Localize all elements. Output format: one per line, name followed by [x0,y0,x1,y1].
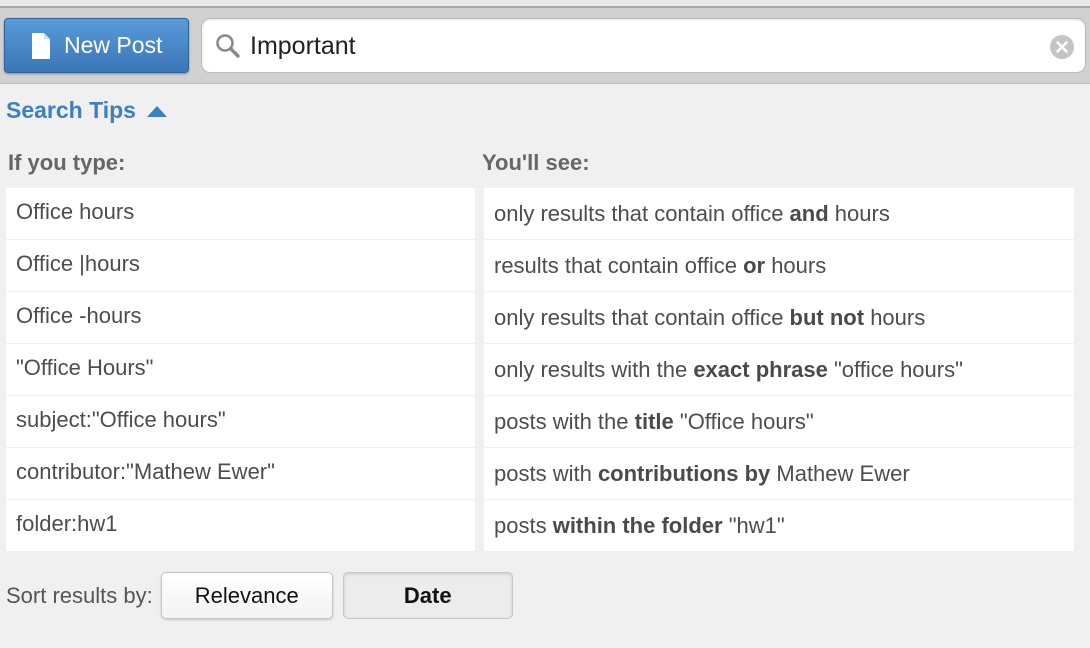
tip-result-text: hours [864,305,926,330]
toolbar: New Post [0,8,1090,84]
tip-result-keyword: exact phrase [693,357,828,382]
tip-result-description: posts with the title "Office hours" [484,396,1074,447]
tip-result-description: only results that contain office but not… [484,292,1074,343]
tip-input-example: folder:hw1 [6,500,475,551]
document-icon [32,32,50,59]
sort-controls: Sort results by: Relevance Date [6,572,513,619]
search-tips-label: Search Tips [6,97,136,123]
tip-result-keyword: title [634,409,674,434]
search-box[interactable] [201,18,1086,73]
sort-date-button[interactable]: Date [342,572,513,619]
tip-result-keyword: contributions by [597,461,771,486]
column-header-input: If you type: [8,150,126,175]
tip-result-text: hours [765,253,827,278]
tip-result-text: "office hours" [827,357,963,382]
column-header-result: You'll see: [482,150,590,175]
top-strip [0,0,1090,8]
tip-result-description: only results with the exact phrase "offi… [484,344,1074,395]
tip-result-description: only results that contain office and hou… [484,188,1074,239]
tip-result-text: "Office hours" [673,409,814,434]
tip-input-example: Office |hours [6,240,475,291]
tip-input-example: subject:"Office hours" [6,396,475,447]
tip-input-example: Office hours [6,188,475,239]
tip-result-text: only results that contain office [494,305,790,330]
search-tips-toggle[interactable]: Search Tips [6,97,167,124]
clear-icon[interactable] [1049,34,1075,60]
tip-result-text: Mathew Ewer [770,461,910,486]
triangle-up-icon [146,106,167,117]
tip-result-description: posts with contributions by Mathew Ewer [484,448,1074,499]
sort-relevance-button[interactable]: Relevance [160,572,333,619]
sort-label: Sort results by: [6,582,153,608]
tip-result-text: "hw1" [722,513,785,538]
tip-result-description: results that contain office or hours [484,240,1074,291]
tip-result-text: posts with the [494,409,635,434]
tip-input-example: contributor:"Mathew Ewer" [6,448,475,499]
tip-result-text: only results that contain office [494,201,790,226]
tip-result-text: results that contain office [494,253,744,278]
search-icon [216,34,240,58]
tip-result-text: posts [494,513,553,538]
tip-input-example: "Office Hours" [6,344,475,395]
tip-result-keyword: but not [789,305,865,330]
new-post-label: New Post [64,32,163,58]
tip-result-keyword: within the folder [552,513,723,538]
tip-result-keyword: or [743,253,766,278]
tip-input-example: Office -hours [6,292,475,343]
new-post-button[interactable]: New Post [4,18,189,73]
tip-result-text: hours [828,201,890,226]
tip-result-text: posts with [494,461,598,486]
tip-result-text: only results with the [494,357,694,382]
tip-result-keyword: and [789,201,829,226]
search-input[interactable] [250,27,1040,65]
tip-result-description: posts within the folder "hw1" [484,500,1074,551]
